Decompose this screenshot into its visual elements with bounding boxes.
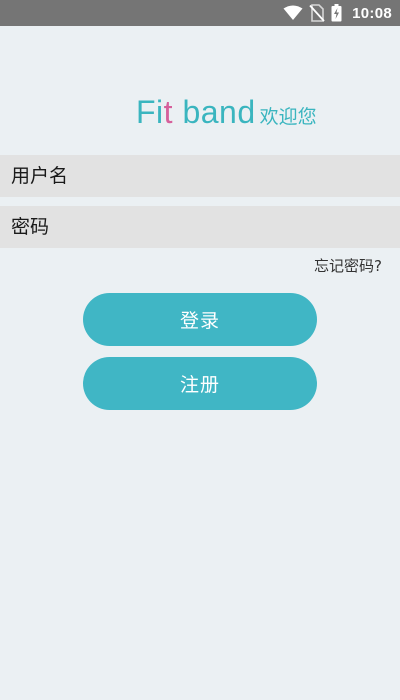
logo-brand-part2: band	[173, 94, 256, 130]
status-time: 10:08	[352, 4, 392, 22]
status-icons: 10:08	[283, 0, 392, 26]
wifi-icon	[283, 5, 303, 21]
forgot-password-link[interactable]: 忘记密码?	[314, 255, 382, 276]
logo-brand-accent: t	[163, 94, 174, 130]
username-field-container	[0, 155, 400, 197]
app-logo: Fit band 欢迎您	[136, 92, 317, 132]
logo-welcome-text: 欢迎您	[259, 106, 317, 128]
logo-brand: Fit band	[136, 92, 256, 132]
logo-brand-part1: Fi	[136, 94, 164, 130]
password-input[interactable]	[11, 207, 391, 247]
register-button[interactable]: 注册	[83, 357, 317, 410]
battery-charging-icon	[331, 4, 342, 22]
logo-area: Fit band 欢迎您	[0, 92, 400, 132]
password-field-container	[0, 206, 400, 248]
username-input[interactable]	[11, 156, 391, 196]
login-button[interactable]: 登录	[83, 293, 317, 346]
no-sim-icon	[309, 4, 325, 22]
status-bar: 10:08	[0, 0, 400, 26]
